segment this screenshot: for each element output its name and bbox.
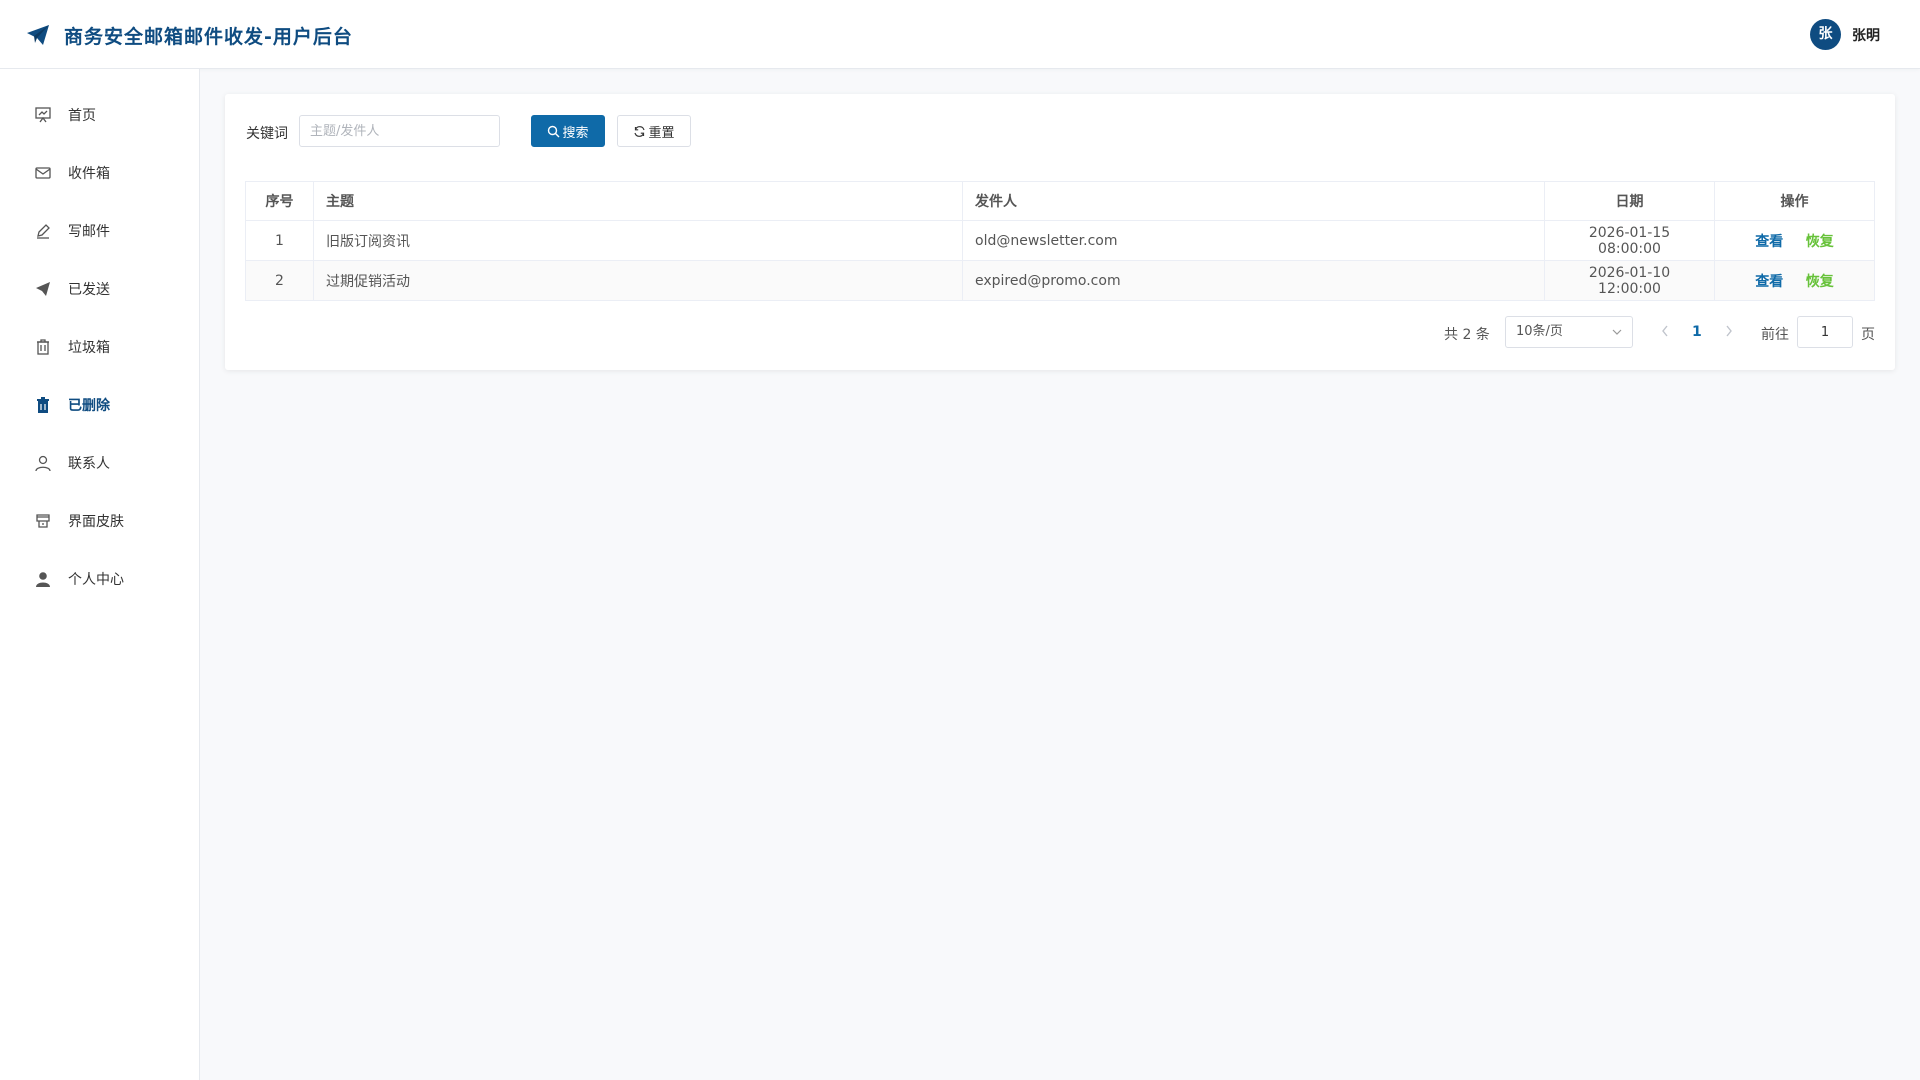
row-index: 1 xyxy=(245,220,314,261)
avatar[interactable]: 张 xyxy=(1810,19,1841,50)
sidebar-item-label: 界面皮肤 xyxy=(68,514,124,530)
sidebar-item-deleted[interactable]: 已删除 xyxy=(0,382,199,428)
chevron-right-icon[interactable] xyxy=(1724,324,1734,338)
pager-total: 共 2 条 xyxy=(1444,327,1490,343)
col-actions: 操作 xyxy=(1714,181,1875,221)
app-title: 商务安全邮箱邮件收发-用户后台 xyxy=(64,26,353,48)
user-filled-icon xyxy=(36,572,50,587)
row-sender: old@newsletter.com xyxy=(962,220,1545,261)
mail-table: 序号 主题 发件人 日期 操作 1 旧版订阅资讯 old@newsletter.… xyxy=(245,181,1875,301)
table-row: 2 过期促销活动 expired@promo.com 2026-01-10 12… xyxy=(245,260,1875,301)
restore-link[interactable]: 恢复 xyxy=(1806,234,1834,250)
sidebar-item-trash[interactable]: 垃圾箱 xyxy=(0,324,199,370)
page-size-select[interactable]: 10条/页 xyxy=(1505,316,1633,348)
pager-page-unit: 页 xyxy=(1861,327,1875,343)
sidebar-item-label: 写邮件 xyxy=(68,224,110,240)
sidebar-item-label: 首页 xyxy=(68,108,96,124)
paper-plane-logo-icon xyxy=(27,25,49,45)
sidebar: 首页 收件箱 写邮件 已发送 垃圾箱 已删除 联系人 界面皮肤 个人中心 xyxy=(0,69,200,1080)
sidebar-item-home[interactable]: 首页 xyxy=(0,92,199,138)
skin-icon xyxy=(36,514,50,528)
view-link[interactable]: 查看 xyxy=(1755,234,1783,250)
page-size-value: 10条/页 xyxy=(1516,324,1563,339)
chevron-left-icon[interactable] xyxy=(1660,324,1670,338)
row-subject: 旧版订阅资讯 xyxy=(313,220,963,261)
pager-jump-input[interactable] xyxy=(1797,316,1853,348)
pager-goto-label: 前往 xyxy=(1761,327,1789,343)
pen-icon xyxy=(37,224,50,239)
sidebar-item-contacts[interactable]: 联系人 xyxy=(0,440,199,486)
sidebar-item-profile[interactable]: 个人中心 xyxy=(0,556,199,602)
sidebar-item-label: 已发送 xyxy=(68,282,110,298)
table-row: 1 旧版订阅资讯 old@newsletter.com 2026-01-15 0… xyxy=(245,220,1875,261)
reset-button-label: 重置 xyxy=(648,125,675,141)
sidebar-item-sent[interactable]: 已发送 xyxy=(0,266,199,312)
reset-button[interactable]: 重置 xyxy=(617,115,691,147)
table-header-row: 序号 主题 发件人 日期 操作 xyxy=(245,181,1875,221)
pager-page-current[interactable]: 1 xyxy=(1692,324,1702,340)
trash-icon xyxy=(37,339,49,355)
search-input[interactable] xyxy=(299,115,500,147)
search-button[interactable]: 搜索 xyxy=(531,115,605,147)
sidebar-item-compose[interactable]: 写邮件 xyxy=(0,208,199,254)
sidebar-item-label: 收件箱 xyxy=(68,166,110,182)
row-sender: expired@promo.com xyxy=(962,260,1545,301)
sidebar-item-inbox[interactable]: 收件箱 xyxy=(0,150,199,196)
row-index: 2 xyxy=(245,260,314,301)
refresh-icon xyxy=(634,125,646,137)
sidebar-item-label: 垃圾箱 xyxy=(68,340,110,356)
deleted-mail-panel: 关键词 搜索 重置 序号 主题 发件人 日期 操作 1 旧版订阅资讯 old@ xyxy=(225,94,1895,370)
row-actions: 查看 恢复 xyxy=(1714,260,1875,301)
envelope-icon xyxy=(35,167,51,179)
home-chart-icon xyxy=(35,107,51,123)
keyword-label: 关键词 xyxy=(246,126,288,142)
user-name[interactable]: 张明 xyxy=(1852,25,1880,45)
search-icon xyxy=(548,125,560,137)
sidebar-item-label: 联系人 xyxy=(68,456,110,472)
user-icon xyxy=(35,455,51,472)
col-index: 序号 xyxy=(245,181,314,221)
top-header: 商务安全邮箱邮件收发-用户后台 张 张明 xyxy=(0,0,1920,69)
paper-plane-icon xyxy=(36,282,50,296)
view-link[interactable]: 查看 xyxy=(1755,274,1783,290)
col-subject: 主题 xyxy=(313,181,963,221)
row-date: 2026-01-15 08:00:00 xyxy=(1544,220,1715,261)
search-button-label: 搜索 xyxy=(562,125,589,141)
sidebar-item-label: 个人中心 xyxy=(68,572,124,588)
row-date: 2026-01-10 12:00:00 xyxy=(1544,260,1715,301)
restore-link[interactable]: 恢复 xyxy=(1806,274,1834,290)
sidebar-item-skin[interactable]: 界面皮肤 xyxy=(0,498,199,544)
col-sender: 发件人 xyxy=(962,181,1545,221)
trash-filled-icon xyxy=(37,397,49,413)
col-date: 日期 xyxy=(1544,181,1715,221)
row-subject: 过期促销活动 xyxy=(313,260,963,301)
chevron-down-icon xyxy=(1612,329,1622,335)
sidebar-item-label: 已删除 xyxy=(68,398,110,414)
row-actions: 查看 恢复 xyxy=(1714,220,1875,261)
